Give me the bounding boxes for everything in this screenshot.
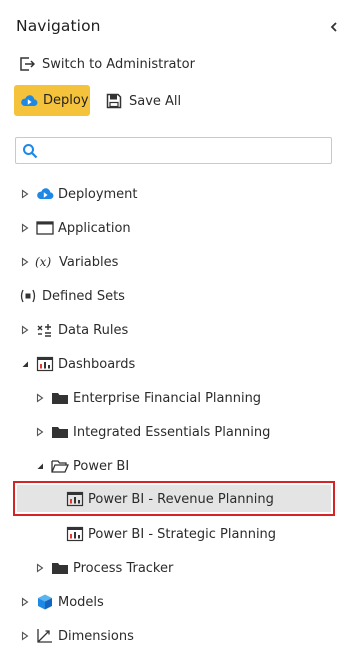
- tree-label: Variables: [59, 254, 119, 270]
- folder-icon: [51, 559, 69, 577]
- tree-item-data-rules[interactable]: Data Rules: [20, 318, 128, 342]
- tree-label: Process Tracker: [73, 560, 174, 576]
- tree-item-dashboards[interactable]: Dashboards: [20, 352, 135, 376]
- tree-label: Data Rules: [58, 322, 129, 338]
- tree-item-power-bi-revenue-planning[interactable]: Power BI - Revenue Planning: [66, 487, 274, 511]
- deploy-button[interactable]: Deploy: [14, 85, 90, 116]
- switch-to-administrator-button[interactable]: Switch to Administrator: [18, 54, 195, 74]
- tree-item-process-tracker[interactable]: Process Tracker: [35, 556, 173, 580]
- tree-label: Defined Sets: [42, 288, 125, 304]
- tree-item-application[interactable]: Application: [20, 216, 131, 240]
- calculator-rules-icon: [36, 321, 54, 339]
- dashboard-icon: [66, 490, 84, 508]
- save-all-label: Save All: [129, 93, 182, 109]
- cube-icon: [36, 593, 54, 611]
- panel-title: Navigation: [16, 17, 101, 35]
- tree-item-integrated-essentials-planning[interactable]: Integrated Essentials Planning: [35, 420, 270, 444]
- tree-item-enterprise-financial-planning[interactable]: Enterprise Financial Planning: [35, 386, 261, 410]
- folder-icon: [51, 389, 69, 407]
- expand-triangle-icon[interactable]: [20, 631, 30, 641]
- dashboard-icon: [66, 525, 84, 543]
- deploy-label: Deploy: [43, 93, 89, 108]
- tree-item-dimensions[interactable]: Dimensions: [20, 624, 134, 648]
- collapse-triangle-icon[interactable]: [20, 359, 30, 369]
- expand-triangle-icon[interactable]: [35, 563, 45, 573]
- cloud-deploy-icon: [20, 92, 38, 110]
- tree-label: Dashboards: [58, 356, 136, 372]
- tree-label: Power BI - Revenue Planning: [88, 491, 274, 507]
- cloud-deploy-icon: [36, 185, 54, 203]
- floppy-disk-icon: [105, 92, 123, 110]
- switch-user-icon: [18, 55, 36, 73]
- tree-label: Dimensions: [58, 628, 134, 644]
- variable-x-icon: (x): [35, 255, 52, 269]
- tree-item-variables[interactable]: (x) Variables: [20, 250, 118, 274]
- navigation-panel: Navigation Switch to Administrator Deplo…: [0, 0, 349, 658]
- tree-item-defined-sets[interactable]: Defined Sets: [19, 284, 125, 308]
- tree-label: Models: [58, 594, 104, 610]
- defined-set-icon: [19, 287, 37, 305]
- application-window-icon: [36, 219, 54, 237]
- expand-triangle-icon[interactable]: [20, 189, 30, 199]
- tree-label: Power BI - Strategic Planning: [88, 526, 277, 542]
- expand-triangle-icon[interactable]: [35, 393, 45, 403]
- expand-triangle-icon[interactable]: [20, 223, 30, 233]
- search-input[interactable]: [42, 140, 330, 162]
- folder-icon: [51, 423, 69, 441]
- tree-label: Deployment: [58, 186, 138, 202]
- open-folder-icon: [51, 457, 69, 475]
- expand-triangle-icon[interactable]: [20, 325, 30, 335]
- collapse-chevron-icon[interactable]: [326, 18, 342, 36]
- dashboard-icon: [36, 355, 54, 373]
- expand-triangle-icon[interactable]: [20, 257, 30, 267]
- tree-item-deployment[interactable]: Deployment: [20, 182, 138, 206]
- search-icon: [22, 143, 38, 159]
- collapse-triangle-icon[interactable]: [35, 461, 45, 471]
- expand-triangle-icon[interactable]: [35, 427, 45, 437]
- axes-dimension-icon: [36, 627, 54, 645]
- tree-item-models[interactable]: Models: [20, 590, 104, 614]
- save-all-button[interactable]: Save All: [105, 91, 181, 111]
- search-box: [15, 137, 332, 164]
- tree-label: Application: [58, 220, 131, 236]
- tree-label: Power BI: [73, 458, 130, 474]
- tree-item-power-bi[interactable]: Power BI: [35, 454, 129, 478]
- expand-triangle-icon[interactable]: [20, 597, 30, 607]
- tree-label: Integrated Essentials Planning: [73, 424, 271, 440]
- tree-item-power-bi-strategic-planning[interactable]: Power BI - Strategic Planning: [66, 522, 276, 546]
- switch-label: Switch to Administrator: [42, 56, 195, 72]
- tree-label: Enterprise Financial Planning: [73, 390, 262, 406]
